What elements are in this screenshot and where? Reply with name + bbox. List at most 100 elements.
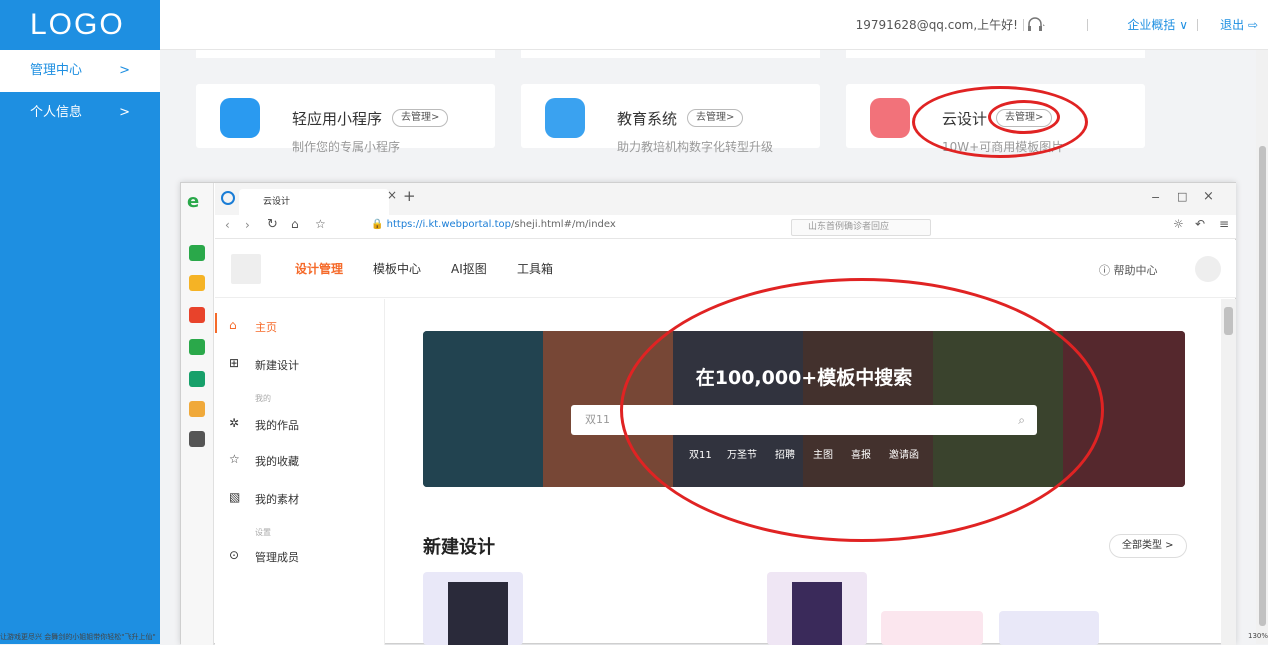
image-icon: ▧ [229, 490, 241, 504]
logout-link[interactable]: 退出 ⇨ [1220, 0, 1258, 50]
help-label: 帮助中心 [1113, 264, 1158, 277]
app-logo [231, 254, 261, 284]
menu-label: 我的作品 [255, 419, 299, 432]
sidebar-app-icon[interactable] [189, 245, 205, 261]
nav-toolbox[interactable]: 工具箱 [517, 240, 553, 298]
url-host: https://i.kt.webportal.top [386, 219, 511, 230]
reload-icon[interactable]: ↻ [267, 217, 278, 232]
lock-icon: 🔒 [371, 219, 384, 230]
avatar[interactable] [1195, 256, 1221, 282]
star-icon[interactable] [189, 275, 205, 291]
browser-tab[interactable]: 云设计 [239, 189, 389, 215]
headset-icon[interactable] [1026, 16, 1046, 34]
url-path: /sheji.html#/m/index [510, 219, 616, 230]
template-thumb[interactable] [767, 572, 867, 645]
menu-members[interactable]: ⊙ 管理成员 [229, 548, 299, 565]
zoom-level: 130% [1247, 632, 1268, 640]
nav-template-center[interactable]: 模板中心 [373, 240, 421, 298]
gear-icon: ⊙ [229, 548, 240, 562]
forward-icon[interactable]: › [245, 218, 250, 232]
book-icon [545, 98, 585, 138]
manage-button[interactable]: 去管理> [687, 109, 744, 127]
template-thumb[interactable] [881, 611, 983, 645]
card-title: 教育系统 [617, 110, 678, 128]
app-navbar: 设计管理 模板中心 AI抠图 工具箱 ⓘ 帮助中心 [215, 240, 1236, 298]
star-icon: ☆ [229, 452, 240, 466]
browser-scrollbar[interactable] [1221, 299, 1236, 645]
sidebar-item-label: 个人信息 [30, 105, 83, 120]
logout-label: 退出 [1220, 18, 1245, 32]
menu-group-settings: 设置 [255, 528, 271, 537]
history-icon[interactable] [221, 191, 235, 205]
bookmark-star-icon[interactable]: ☆ [315, 217, 326, 231]
annotation-circle [988, 100, 1060, 134]
works-icon: ✲ [229, 416, 240, 430]
divider [1087, 19, 1088, 31]
menu-my-materials[interactable]: ▧ 我的素材 [229, 490, 299, 507]
mini-program-icon [220, 98, 260, 138]
all-types-button[interactable]: 全部类型 > [1109, 534, 1187, 558]
maximize-button[interactable]: □ [1177, 190, 1187, 203]
annotation-circle [620, 278, 1104, 542]
help-link[interactable]: ⓘ 帮助中心 [1099, 262, 1158, 278]
browser-scrollbar-thumb[interactable] [1224, 307, 1233, 335]
logo: LOGO [0, 0, 160, 50]
menu-my-works[interactable]: ✲ 我的作品 [229, 416, 299, 433]
back-icon[interactable]: ‹ [225, 218, 230, 232]
undo-icon[interactable]: ↶ [1195, 217, 1205, 231]
menu-label: 主页 [255, 321, 277, 334]
home-icon: ⌂ [229, 318, 237, 332]
chevron-right-icon: > [119, 63, 130, 78]
browser-logo-icon: e [187, 191, 200, 212]
template-thumb[interactable] [999, 611, 1099, 645]
menu-icon[interactable]: ≡ [1219, 217, 1229, 231]
new-tab-icon[interactable]: + [403, 187, 416, 205]
tab-close-icon[interactable]: × [387, 188, 397, 202]
page-scrollbar-thumb[interactable] [1259, 146, 1266, 626]
exit-icon: ⇨ [1247, 18, 1258, 32]
browser-search-input[interactable]: 山东首例确诊者回应 [791, 219, 931, 236]
card-title: 轻应用小程序 [292, 110, 383, 128]
manage-button[interactable]: 去管理> [392, 109, 449, 127]
address-bar[interactable]: 🔒 https://i.kt.webportal.top/sheji.html#… [371, 219, 731, 230]
section-title: 新建设计 [423, 537, 495, 558]
card-desc: 助力教培机构数字化转型升级 [617, 140, 774, 154]
card-education: 教育系统 去管理> 助力教培机构数字化转型升级 [521, 84, 820, 154]
menu-label: 新建设计 [255, 359, 299, 372]
menu-my-favorites[interactable]: ☆ 我的收藏 [229, 452, 299, 469]
add-file-icon: ⊞ [229, 356, 240, 370]
game-icon[interactable] [189, 401, 205, 417]
tab-title: 云设计 [263, 197, 291, 207]
card-mini-program: 轻应用小程序 去管理> 制作您的专属小程序 [196, 84, 495, 154]
sidebar-item-personal-info[interactable]: 个人信息 > [0, 92, 160, 134]
menu-new-design[interactable]: ⊞ 新建设计 [229, 356, 299, 373]
user-greeting: 19791628@qq.com,上午好! [855, 18, 1018, 32]
poster-preview [792, 582, 842, 645]
menu-label: 我的收藏 [255, 455, 299, 468]
card-partial [521, 50, 820, 58]
sidebar-item-label: 管理中心 [30, 63, 83, 78]
poster-preview [448, 582, 508, 645]
mail-icon[interactable] [189, 339, 205, 355]
nav-ai-cutout[interactable]: AI抠图 [451, 240, 487, 298]
browser-tabbar: 云设计 × + − □ × [215, 183, 1236, 215]
menu-group-mine: 我的 [255, 394, 271, 403]
home-icon[interactable]: ⌂ [291, 217, 299, 231]
link-icon[interactable] [189, 371, 205, 387]
sidebar-item-management-center[interactable]: 管理中心 > [0, 50, 160, 92]
menu-label: 我的素材 [255, 493, 299, 506]
close-button[interactable]: × [1203, 189, 1214, 204]
weibo-icon[interactable] [189, 307, 205, 323]
browser-sidebar: e [181, 183, 214, 645]
search-value: 双11 [585, 413, 610, 426]
minimize-button[interactable]: − [1151, 191, 1160, 204]
nav-design-management[interactable]: 设计管理 [295, 240, 343, 298]
divider [1023, 19, 1024, 31]
menu-home[interactable]: ⌂ 主页 [229, 318, 277, 335]
org-overview-dropdown[interactable]: 企业概括 ∨ [1127, 0, 1188, 50]
settings-icon[interactable]: ☼ [1173, 217, 1184, 231]
active-indicator [215, 313, 217, 333]
panda-icon[interactable] [189, 431, 205, 447]
card-desc: 制作您的专属小程序 [292, 140, 401, 154]
template-thumb[interactable] [423, 572, 523, 645]
